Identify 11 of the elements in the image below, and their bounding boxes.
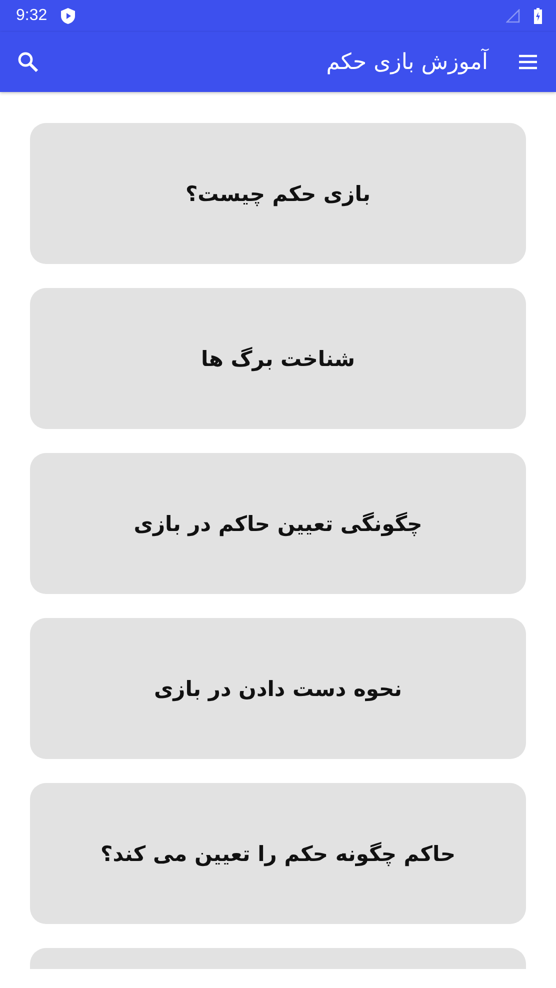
lesson-card[interactable]: نحوه دست دادن در بازی <box>30 618 526 759</box>
shield-icon <box>61 8 76 24</box>
lesson-card[interactable]: بازی حکم چیست؟ <box>30 123 526 264</box>
status-time: 9:32 <box>16 7 48 25</box>
app-title: آموزش بازی حکم <box>326 50 488 74</box>
lesson-card[interactable]: حاکم چگونه حکم را تعیین می کند؟ <box>30 783 526 924</box>
lesson-card[interactable]: شناخت برگ ها <box>30 288 526 429</box>
battery-icon <box>534 8 542 24</box>
search-icon[interactable] <box>16 50 40 74</box>
lesson-card[interactable]: چگونگی تعیین حاکم در بازی <box>30 453 526 594</box>
signal-icon <box>506 9 520 23</box>
